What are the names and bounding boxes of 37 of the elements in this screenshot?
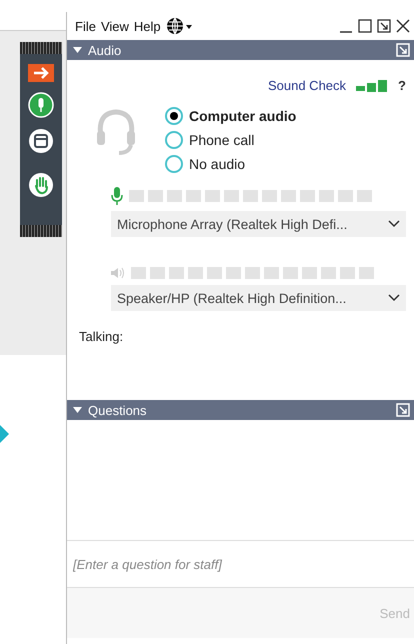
globe-icon[interactable] [166, 17, 192, 35]
collapse-arrow-icon[interactable] [73, 46, 82, 54]
hand-icon[interactable] [28, 172, 54, 198]
chevron-down-icon [388, 220, 400, 228]
microphone-dropdown[interactable]: Microphone Array (Realtek High Defi... [111, 211, 406, 237]
speaker-dropdown[interactable]: Speaker/HP (Realtek High Definition... [111, 285, 406, 311]
headset-icon [95, 107, 137, 157]
panel-title: Audio [88, 42, 122, 58]
grip-strip [20, 42, 62, 54]
popout-icon[interactable] [377, 18, 391, 34]
collapse-arrow-icon[interactable] [73, 406, 82, 414]
menu-item[interactable]: View [100, 18, 129, 34]
chevron-down-icon [388, 294, 400, 302]
sound-check-link[interactable]: Sound Check [268, 78, 346, 93]
menu-item[interactable]: File [75, 18, 96, 34]
radio-button[interactable] [165, 107, 183, 125]
signal-bars-icon [356, 80, 388, 92]
radio-option[interactable]: No audio [165, 155, 296, 173]
grip-strip [20, 225, 62, 237]
menu-item[interactable]: Help [134, 18, 161, 34]
radio-option[interactable]: Computer audio [165, 107, 296, 125]
maximize-icon[interactable] [358, 18, 372, 34]
talking-label: Talking: [79, 329, 124, 344]
radio-option[interactable]: Phone call [165, 131, 296, 149]
diamond-icon [0, 425, 9, 443]
window-icon[interactable] [28, 128, 54, 154]
arrow-right-icon[interactable] [28, 64, 54, 82]
microphone-icon [111, 187, 123, 205]
questions-header[interactable]: Questions [67, 400, 414, 420]
close-icon[interactable] [396, 18, 410, 34]
radio-button[interactable] [165, 155, 183, 173]
panel-title: Questions [88, 402, 147, 418]
speaker-icon [111, 267, 125, 279]
audio-header[interactable]: Audio [67, 40, 414, 60]
microphone-icon[interactable] [28, 92, 54, 118]
help-button[interactable]: ? [398, 78, 406, 93]
radio-button[interactable] [165, 131, 183, 149]
